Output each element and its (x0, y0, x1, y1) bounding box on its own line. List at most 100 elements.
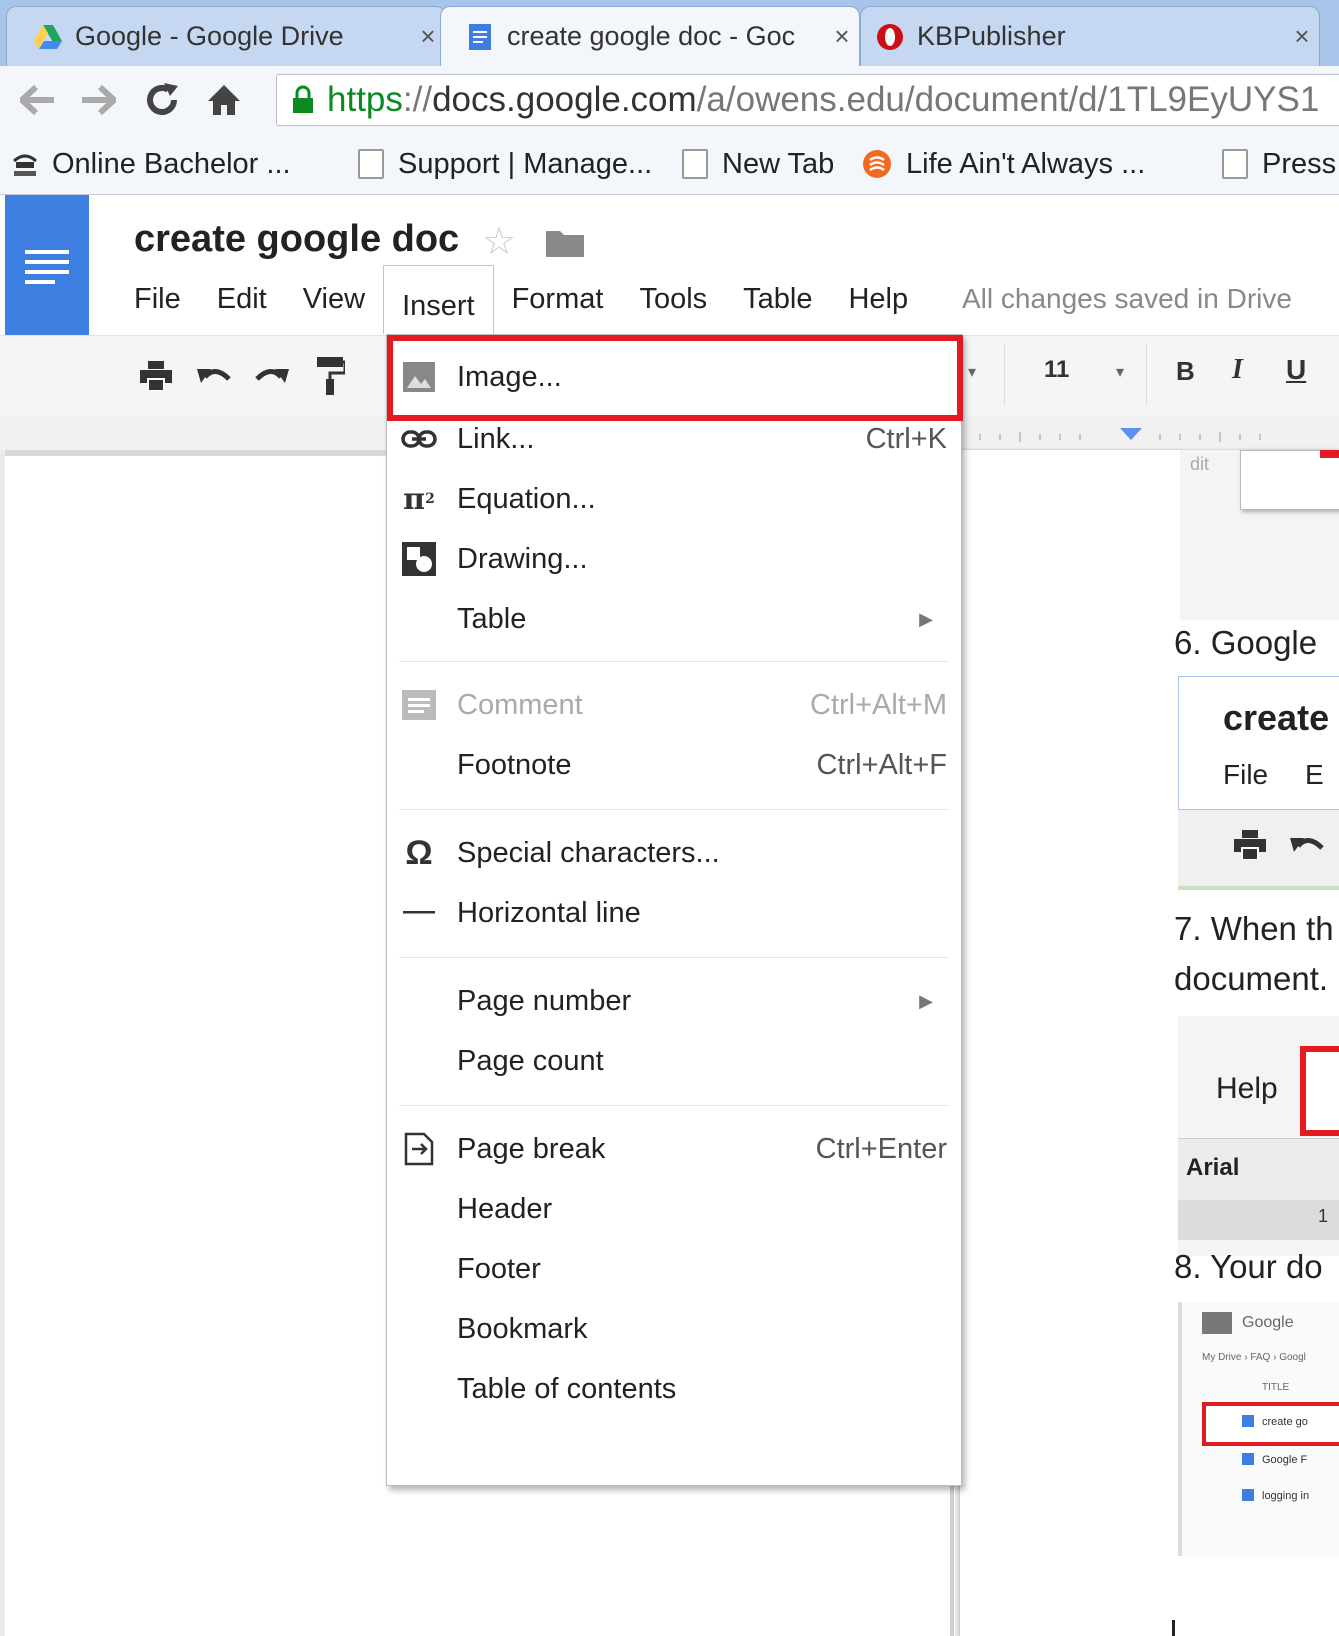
bookmark-label: New Tab (722, 147, 835, 180)
menu-item-page-number[interactable]: Page number ▶ (387, 971, 961, 1031)
thumb-title: create (1223, 697, 1330, 738)
bookmark-online-bachelor[interactable]: Online Bachelor ... (12, 146, 291, 182)
menu-help[interactable]: Help (830, 277, 926, 321)
font-size-dropdown-arrow-icon[interactable]: ▾ (1116, 362, 1124, 382)
menu-item-label: Footnote (457, 748, 572, 781)
menu-separator (399, 957, 949, 958)
tab-create-google-doc[interactable]: create google doc - Goc × (440, 6, 860, 66)
docs-logo-icon (25, 250, 69, 284)
text-cursor (1172, 1620, 1175, 1636)
close-icon[interactable]: × (1285, 21, 1319, 52)
menu-item-shortcut: Ctrl+Enter (815, 1132, 947, 1165)
menu-edit[interactable]: Edit (199, 277, 285, 321)
menu-view[interactable]: View (285, 277, 383, 321)
back-button[interactable] (16, 78, 60, 122)
menu-file[interactable]: File (134, 277, 199, 321)
italic-button[interactable]: I (1232, 354, 1243, 386)
star-icon[interactable]: ☆ (482, 219, 516, 264)
menu-item-table-of-contents[interactable]: Table of contents (387, 1359, 961, 1419)
reload-button[interactable] (140, 78, 184, 122)
submenu-arrow-icon: ▶ (919, 608, 933, 629)
address-bar[interactable]: https://docs.google.com/a/owens.edu/docu… (276, 74, 1339, 126)
redo-button[interactable] (252, 356, 292, 396)
menu-item-drawing[interactable]: Drawing... (387, 529, 961, 589)
folder-icon[interactable] (546, 227, 584, 257)
comment-icon (401, 688, 437, 722)
bookmark-new-tab[interactable]: New Tab (682, 146, 834, 182)
save-status[interactable]: All changes saved in Drive (962, 283, 1292, 315)
thumb-ruler (1178, 1200, 1339, 1240)
step-6-text: 6. Google (1174, 624, 1318, 661)
forward-button[interactable] (76, 78, 120, 122)
url-scheme: https (327, 80, 403, 119)
thumb-row: Google F (1262, 1454, 1308, 1466)
doc-file-icon (1242, 1415, 1254, 1427)
menu-item-page-break[interactable]: Page break Ctrl+Enter (387, 1119, 961, 1179)
bold-button[interactable]: B (1176, 356, 1195, 387)
menu-format[interactable]: Format (494, 277, 622, 321)
menu-item-comment[interactable]: Comment Ctrl+Alt+M (387, 675, 961, 735)
menu-item-link[interactable]: Link... Ctrl+K (387, 409, 961, 469)
menu-item-special-characters[interactable]: Ω Special characters... (387, 823, 961, 883)
document-title[interactable]: create google doc (134, 218, 459, 261)
menu-item-page-count[interactable]: Page count (387, 1031, 961, 1091)
menu-item-header[interactable]: Header (387, 1179, 961, 1239)
docs-home-button[interactable] (5, 195, 89, 335)
thumb-menu-edit: E (1305, 759, 1324, 790)
bookmark-label: Life Ain't Always ... (906, 147, 1146, 180)
menu-item-horizontal-line[interactable]: Horizontal line (387, 883, 961, 943)
thumb-row: logging in (1262, 1490, 1310, 1502)
menu-insert[interactable]: Insert (383, 265, 494, 334)
menu-item-footnote[interactable]: Footnote Ctrl+Alt+F (387, 735, 961, 795)
browser-tab-strip: Google - Google Drive × create google do… (0, 0, 1339, 66)
bookmark-press[interactable]: Press (1222, 146, 1336, 182)
docs-menubar: File Edit View Insert Format Tools Table… (134, 265, 926, 334)
page-break-icon (401, 1132, 437, 1166)
tab-kbpublisher[interactable]: KBPublisher × (860, 6, 1320, 66)
screenshot-thumbnail-step6: create File E (1178, 676, 1339, 810)
thumb-ruler-number: 1 (1318, 1206, 1329, 1226)
underline-label: U (1286, 354, 1307, 385)
menu-item-label: Page count (457, 1044, 604, 1077)
close-icon[interactable]: × (825, 21, 859, 52)
step-7-text-line2: document. (1174, 960, 1329, 997)
ruler-ticks[interactable] (970, 424, 1339, 444)
tab-google-drive[interactable]: Google - Google Drive × (6, 6, 446, 66)
menu-item-label: Bookmark (457, 1312, 588, 1345)
toolbar-divider (1004, 344, 1005, 406)
menu-item-shortcut: Ctrl+K (865, 422, 947, 455)
pi-icon: π2 (403, 481, 435, 517)
menu-item-footer[interactable]: Footer (387, 1239, 961, 1299)
menu-item-label: Special characters... (457, 836, 720, 869)
home-icon (208, 85, 240, 115)
url-path: /a/owens.edu/document/d/1TL9EyUYS1 (696, 80, 1320, 119)
omega-icon: Ω (405, 833, 433, 872)
paint-roller-icon (317, 357, 345, 395)
thumb-menu-help: Help (1216, 1072, 1278, 1105)
print-button[interactable] (136, 356, 176, 396)
menu-item-equation[interactable]: π2 Equation... (387, 469, 961, 529)
menu-item-table[interactable]: Table ▶ (387, 589, 961, 649)
menu-tools[interactable]: Tools (621, 277, 725, 321)
menu-item-label: Table of contents (457, 1372, 677, 1405)
step-8-text: 8. Your do (1174, 1248, 1323, 1285)
menu-item-bookmark[interactable]: Bookmark (387, 1299, 961, 1359)
bookmark-label: Press (1262, 147, 1337, 180)
menu-item-image[interactable]: Image... (387, 347, 961, 407)
indent-marker-icon (1120, 428, 1142, 440)
undo-button[interactable] (194, 356, 234, 396)
document-page[interactable]: dit 6. Google create File E 7. When th d… (960, 450, 1339, 1636)
home-button[interactable] (202, 78, 246, 122)
menu-table[interactable]: Table (725, 277, 830, 321)
underline-button[interactable]: U (1286, 354, 1339, 394)
menu-item-label: Horizontal line (457, 896, 641, 929)
font-size-value[interactable]: 11 (1044, 356, 1069, 384)
forward-arrow-icon (82, 85, 116, 115)
toolbar-divider (1146, 344, 1147, 406)
bookmark-support-manage[interactable]: Support | Manage... (358, 146, 652, 182)
bookmark-life-aint-always[interactable]: Life Ain't Always ... (862, 146, 1145, 182)
paint-format-button[interactable] (310, 356, 350, 396)
back-arrow-icon (20, 85, 54, 115)
thumb-highlight (1300, 1046, 1339, 1136)
font-dropdown-arrow-icon[interactable]: ▾ (968, 362, 976, 382)
